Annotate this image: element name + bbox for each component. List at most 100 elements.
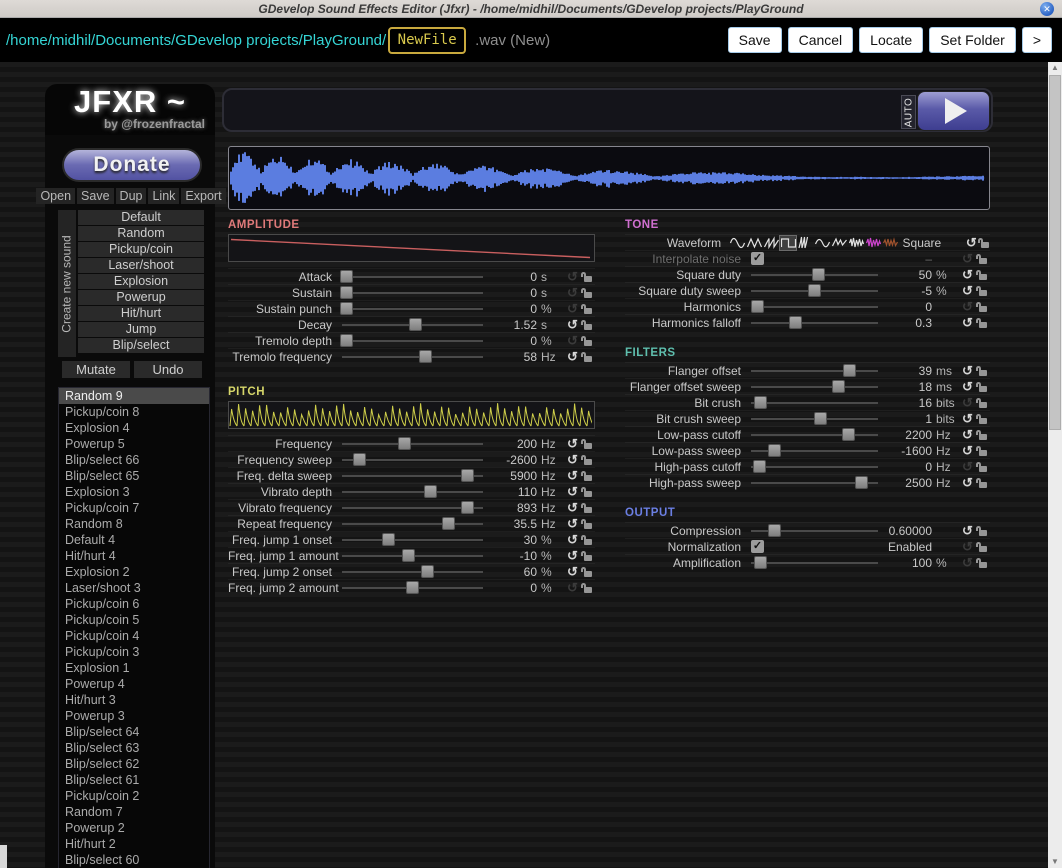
mutate-button[interactable]: Mutate xyxy=(62,361,130,378)
reset-icon[interactable]: ↺ xyxy=(564,334,581,347)
white-noise-waveform-icon[interactable] xyxy=(848,236,864,250)
slider-thumb-square-duty[interactable] xyxy=(812,268,825,281)
slider-thumb-freq-jump-1-onset[interactable] xyxy=(382,533,395,546)
reset-icon[interactable]: ↺ xyxy=(959,364,976,377)
reset-icon[interactable]: ↺ xyxy=(564,501,581,514)
lock-icon[interactable] xyxy=(581,517,595,530)
sound-list-item[interactable]: Pickup/coin 3 xyxy=(59,644,209,660)
-button[interactable]: > xyxy=(1022,27,1052,53)
slider-thumb-low-pass-cutoff[interactable] xyxy=(842,428,855,441)
preset-jump-button[interactable]: Jump xyxy=(78,322,204,337)
fileop-open-button[interactable]: Open xyxy=(36,188,75,204)
sound-list-item[interactable]: Random 7 xyxy=(59,804,209,820)
reset-icon[interactable]: ↺ xyxy=(564,517,581,530)
slider-thumb-frequency-sweep[interactable] xyxy=(353,453,366,466)
reset-icon[interactable]: ↺ xyxy=(959,428,976,441)
lock-icon[interactable] xyxy=(976,540,990,553)
reset-icon[interactable]: ↺ xyxy=(564,581,581,594)
reset-icon[interactable]: ↺ xyxy=(959,268,976,281)
sound-list-item[interactable]: Laser/shoot 3 xyxy=(59,580,209,596)
sound-list-item[interactable]: Pickup/coin 5 xyxy=(59,612,209,628)
preset-blip-select-button[interactable]: Blip/select xyxy=(78,338,204,353)
sound-list-item[interactable]: Explosion 1 xyxy=(59,660,209,676)
sound-list-item[interactable]: Pickup/coin 6 xyxy=(59,596,209,612)
lock-icon[interactable] xyxy=(976,300,990,313)
fileop-link-button[interactable]: Link xyxy=(148,188,179,204)
checkbox-normalization[interactable]: ✓ xyxy=(751,540,764,553)
reset-icon[interactable]: ↺ xyxy=(564,286,581,299)
lock-icon[interactable] xyxy=(581,549,595,562)
sound-list-item[interactable]: Random 9 xyxy=(59,388,209,404)
slider-thumb-decay[interactable] xyxy=(409,318,422,331)
sound-list-item[interactable]: Pickup/coin 7 xyxy=(59,500,209,516)
cancel-button[interactable]: Cancel xyxy=(788,27,854,53)
sawtooth-waveform-icon[interactable] xyxy=(763,236,779,250)
slider-thumb-bit-crush-sweep[interactable] xyxy=(814,412,827,425)
set-folder-button[interactable]: Set Folder xyxy=(929,27,1016,53)
reset-icon[interactable]: ↺ xyxy=(959,396,976,409)
reset-icon[interactable]: ↺ xyxy=(959,252,976,265)
lock-icon[interactable] xyxy=(581,334,595,347)
slider-thumb-freq-jump-1-amount[interactable] xyxy=(402,549,415,562)
reset-icon[interactable]: ↺ xyxy=(564,318,581,331)
lock-icon[interactable] xyxy=(976,476,990,489)
lock-icon[interactable] xyxy=(976,316,990,329)
slider-thumb-low-pass-sweep[interactable] xyxy=(768,444,781,457)
lock-icon[interactable] xyxy=(976,268,990,281)
fileop-export-button[interactable]: Export xyxy=(181,188,225,204)
slider-thumb-harmonics-falloff[interactable] xyxy=(789,316,802,329)
vertical-scrollbar[interactable]: ▲ ▼ xyxy=(1048,62,1062,868)
scroll-down-icon[interactable]: ▼ xyxy=(1048,856,1062,868)
tangent-waveform-icon[interactable] xyxy=(797,236,813,250)
lock-icon[interactable] xyxy=(976,556,990,569)
reset-icon[interactable]: ↺ xyxy=(959,476,976,489)
square-waveform-icon[interactable] xyxy=(780,236,796,250)
preset-hit-hurt-button[interactable]: Hit/hurt xyxy=(78,306,204,321)
preset-powerup-button[interactable]: Powerup xyxy=(78,290,204,305)
reset-icon[interactable]: ↺ xyxy=(564,453,581,466)
slider-thumb-freq-jump-2-amount[interactable] xyxy=(406,581,419,594)
slider-thumb-vibrato-frequency[interactable] xyxy=(461,501,474,514)
slider-thumb-vibrato-depth[interactable] xyxy=(424,485,437,498)
sound-list-item[interactable]: Powerup 5 xyxy=(59,436,209,452)
waveform-display[interactable] xyxy=(228,146,990,210)
slider-thumb-compression[interactable] xyxy=(768,524,781,537)
slider-thumb-amplification[interactable] xyxy=(754,556,767,569)
lock-icon[interactable] xyxy=(581,286,595,299)
sound-list-item[interactable]: Blip/select 66 xyxy=(59,452,209,468)
reset-icon[interactable]: ↺ xyxy=(564,469,581,482)
sound-list-item[interactable]: Explosion 2 xyxy=(59,564,209,580)
fileop-dup-button[interactable]: Dup xyxy=(116,188,147,204)
undo-button[interactable]: Undo xyxy=(134,361,202,378)
lock-icon[interactable] xyxy=(976,412,990,425)
slider-thumb-attack[interactable] xyxy=(340,270,353,283)
reset-icon[interactable]: ↺ xyxy=(959,316,976,329)
checkbox-interpolate-noise[interactable]: ✓ xyxy=(751,252,764,265)
sound-list-item[interactable]: Blip/select 61 xyxy=(59,772,209,788)
lock-icon[interactable] xyxy=(976,284,990,297)
lock-icon[interactable] xyxy=(581,350,595,363)
lock-icon[interactable] xyxy=(976,524,990,537)
sound-list-item[interactable]: Explosion 4 xyxy=(59,420,209,436)
preset-laser-shoot-button[interactable]: Laser/shoot xyxy=(78,258,204,273)
sound-list-item[interactable]: Blip/select 63 xyxy=(59,740,209,756)
reset-icon[interactable]: ↺ xyxy=(564,350,581,363)
reset-icon[interactable]: ↺ xyxy=(564,533,581,546)
sound-list-item[interactable]: Powerup 3 xyxy=(59,708,209,724)
sound-list-item[interactable]: Random 8 xyxy=(59,516,209,532)
reset-icon[interactable]: ↺ xyxy=(959,300,976,313)
lock-icon[interactable] xyxy=(976,364,990,377)
lock-icon[interactable] xyxy=(976,460,990,473)
reset-icon[interactable]: ↺ xyxy=(959,284,976,297)
sound-list-item[interactable]: Powerup 4 xyxy=(59,676,209,692)
reset-icon[interactable]: ↺ xyxy=(564,437,581,450)
slider-thumb-square-duty-sweep[interactable] xyxy=(808,284,821,297)
sound-list-item[interactable]: Pickup/coin 4 xyxy=(59,628,209,644)
donate-button[interactable]: Donate xyxy=(62,148,202,182)
sound-list-item[interactable]: Hit/hurt 4 xyxy=(59,548,209,564)
lock-icon[interactable] xyxy=(581,533,595,546)
reset-icon[interactable]: ↺ xyxy=(959,540,976,553)
sound-list-item[interactable]: Blip/select 60 xyxy=(59,852,209,868)
lock-icon[interactable] xyxy=(581,565,595,578)
slider-thumb-tremolo-frequency[interactable] xyxy=(419,350,432,363)
